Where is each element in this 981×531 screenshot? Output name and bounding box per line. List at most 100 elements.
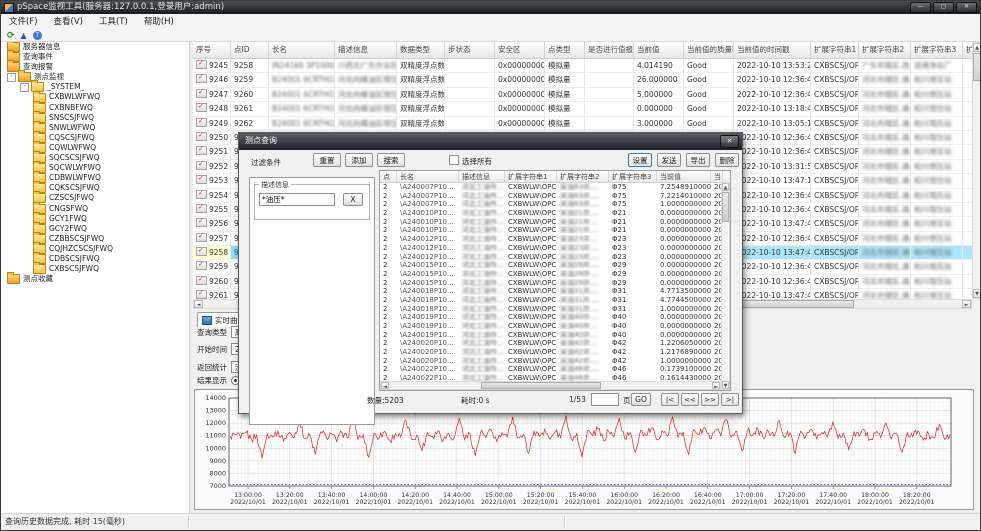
dialog-table-row[interactable]: 2\A240018P10...河北工油作...CXBWLW\OPC采油31井..… xyxy=(380,296,730,305)
send-button[interactable]: 发送 xyxy=(657,153,681,167)
tree-item-CQJHZCSCSJFWQ[interactable]: CQJHZCSCSJFWQ xyxy=(1,244,189,254)
go-button[interactable]: GO xyxy=(631,393,651,406)
dialog-column-header-0[interactable]: 点 xyxy=(380,171,397,182)
export-button[interactable]: 导出 xyxy=(686,153,710,167)
scroll-down-icon[interactable]: ▼ xyxy=(973,289,981,298)
checkbox-icon[interactable] xyxy=(449,155,459,165)
filter-input[interactable] xyxy=(259,193,335,206)
scroll-right-icon[interactable]: ► xyxy=(962,300,971,308)
column-header-6[interactable]: 安全区 xyxy=(495,42,545,58)
dialog-title-bar[interactable]: 测点查询 ✕ xyxy=(239,133,742,150)
dialog-column-header-2[interactable]: 描述信息 xyxy=(459,171,505,182)
delete-button[interactable]: 删除 xyxy=(715,153,739,167)
dialog-hscrollbar[interactable]: ◄ ► xyxy=(380,381,721,390)
refresh-icon[interactable]: ⟳ xyxy=(7,31,15,41)
tree-item-服务器信息[interactable]: 服务器信息 xyxy=(1,42,189,52)
column-header-0[interactable]: 序号 xyxy=(193,42,231,58)
expander-icon[interactable]: - xyxy=(7,73,16,82)
next-page-button[interactable]: >> xyxy=(701,393,719,406)
column-header-5[interactable]: 步状态 xyxy=(445,42,495,58)
tree-item-查询报警[interactable]: 查询报警 xyxy=(1,62,189,72)
dialog-column-header-6[interactable]: 当前值 xyxy=(657,171,711,182)
dialog-table-row[interactable]: 2\A240012P10...河北工油作...CXBWLW\OPC采油23井..… xyxy=(380,253,730,262)
tree-item-CQWLWFWQ[interactable]: CQWLWFWQ xyxy=(1,143,189,153)
dialog-column-header-5[interactable]: 扩展字符串3 xyxy=(609,171,657,182)
dialog-table-row[interactable]: 2\A240007P10...河北工油作...CXBWLW\OPC采油63井..… xyxy=(380,192,730,201)
dialog-vscrollbar[interactable]: ▲ ▼ xyxy=(721,182,730,390)
table-row[interactable]: 92489261B24001 6CRTHO...河北向峰油区增压站压...双精度… xyxy=(193,102,973,116)
dialog-table-row[interactable]: 2\A240010P10...河北工油作...CXBWLW\OPC采油21井..… xyxy=(380,209,730,218)
column-header-2[interactable]: 长名 xyxy=(269,42,335,58)
tree-item-SNWLWFWQ[interactable]: SNWLWFWQ xyxy=(1,123,189,133)
table-row[interactable]: 92469259B24001 6CRTHO...河北向峰油区增压站压...双精度… xyxy=(193,73,973,87)
dialog-table-row[interactable]: 2\A240022P10...河北工油作...CXBWLW\OPC采油46井..… xyxy=(380,365,730,374)
column-header-9[interactable]: 当前值 xyxy=(634,42,684,58)
column-header-13[interactable]: 扩展字符串2 xyxy=(859,42,911,58)
dialog-table-row[interactable]: 2\A240015P10...河北工油作...CXBWLW\OPC采油29井..… xyxy=(380,261,730,270)
tree-item-CDBSCSJFWQ[interactable]: CDBSCSJFWQ xyxy=(1,254,189,264)
maximize-button[interactable]: ▢ xyxy=(933,2,954,13)
tree-item-测点监视[interactable]: -测点监视 xyxy=(1,72,189,82)
page-input[interactable] xyxy=(591,393,619,406)
dialog-table-row[interactable]: 2\A240018P10...河北工油作...CXBWLW\OPC采油31井..… xyxy=(380,305,730,314)
tree-item-SQCWLWFWQ[interactable]: SQCWLWFWQ xyxy=(1,163,189,173)
prev-page-button[interactable]: << xyxy=(681,393,699,406)
dialog-table-row[interactable]: 2\A240010P10...河北工油作...CXBWLW\OPC采油21井..… xyxy=(380,218,730,227)
tree-item-_SYSTEM_[interactable]: -_SYSTEM_ xyxy=(1,82,189,92)
tree-item-CDBWLWFWQ[interactable]: CDBWLWFWQ xyxy=(1,173,189,183)
tree-item-CZBBSCSJFWQ[interactable]: CZBBSCSJFWQ xyxy=(1,234,189,244)
tree-item-CZSCSJFWQ[interactable]: CZSCSJFWQ xyxy=(1,193,189,203)
tree-item-CXBNBFWQ[interactable]: CXBNBFWQ xyxy=(1,103,189,113)
table-vscrollbar[interactable]: ▲ ▼ xyxy=(972,42,981,299)
menu-item-2[interactable]: 工具(T) xyxy=(91,14,136,30)
column-header-8[interactable]: 是否进行值报警 xyxy=(585,42,634,58)
scroll-up-icon[interactable]: ▲ xyxy=(973,43,981,52)
expander-icon[interactable]: - xyxy=(20,83,29,92)
dialog-table-row[interactable]: 2\A240020P10...河北工油作...CXBWLW\OPC采油42井..… xyxy=(380,348,730,357)
dialog-table-row[interactable]: 2\A240007P10...河北工油作...CXBWLW\OPC采油63井..… xyxy=(380,200,730,209)
select-all-checkbox[interactable]: 选择所有 xyxy=(449,155,492,167)
dialog-table-row[interactable]: 2\A240012P10...河北工油作...CXBWLW\OPC采油23井..… xyxy=(380,244,730,253)
dialog-column-header-3[interactable]: 扩展字符串1 xyxy=(505,171,557,182)
column-header-7[interactable]: 点类型 xyxy=(545,42,585,58)
tree-item-查询事件[interactable]: 查询事件 xyxy=(1,52,189,62)
tree-item-测点收藏[interactable]: 测点收藏 xyxy=(1,274,189,284)
dialog-column-header-7[interactable]: 当 xyxy=(711,171,723,182)
tree-item-SNSCSJFWQ[interactable]: SNSCSJFWQ xyxy=(1,113,189,123)
settings-button[interactable]: 设置 xyxy=(628,153,652,167)
tree-item-CQKSCSJFWQ[interactable]: CQKSCSJFWQ xyxy=(1,183,189,193)
dialog-table-row[interactable]: 2\A240012P10...河北工油作...CXBWLW\OPC采油23井..… xyxy=(380,235,730,244)
dialog-table-row[interactable]: 2\A240019P10...河北工油作...CXBWLW\OPC采油40井..… xyxy=(380,322,730,331)
dialog-column-header-1[interactable]: 长名 xyxy=(397,171,459,182)
tree-item-CNGSFWQ[interactable]: CNGSFWQ xyxy=(1,204,189,214)
dialog-table-row[interactable]: 2\A240020P10...河北工油作...CXBWLW\OPC采油42井..… xyxy=(380,339,730,348)
column-header-3[interactable]: 描述信息 xyxy=(335,42,397,58)
tree-item-CXBSCSJFWQ[interactable]: CXBSCSJFWQ xyxy=(1,264,189,274)
column-header-14[interactable]: 扩展字符串3 xyxy=(911,42,963,58)
menu-item-0[interactable]: 文件(F) xyxy=(1,14,46,30)
close-button[interactable]: ✕ xyxy=(956,2,977,13)
dialog-column-header-4[interactable]: 扩展字符串2 xyxy=(557,171,609,182)
search-button[interactable]: 搜索 xyxy=(377,153,405,167)
dialog-table-row[interactable]: 2\A240015P10...河北工油作...CXBWLW\OPC采油29井..… xyxy=(380,279,730,288)
last-page-button[interactable]: >| xyxy=(721,393,739,406)
column-header-11[interactable]: 当前值的时间戳 xyxy=(734,42,811,58)
menu-item-3[interactable]: 帮助(H) xyxy=(136,14,182,30)
tree-item-GCY1FWQ[interactable]: GCY1FWQ xyxy=(1,214,189,224)
dialog-table-row[interactable]: 2\A240020P10...河北工油作...CXBWLW\OPC采油42井..… xyxy=(380,357,730,366)
chart-icon[interactable]: ▲ xyxy=(21,31,27,41)
dialog-table-row[interactable]: 2\A240019P10...河北工油作...CXBWLW\OPC采油40井..… xyxy=(380,313,730,322)
tree-item-GCY2FWQ[interactable]: GCY2FWQ xyxy=(1,224,189,234)
first-page-button[interactable]: |< xyxy=(661,393,679,406)
help-icon[interactable]: ? xyxy=(33,31,42,40)
dialog-table-row[interactable]: 2\A240015P10...河北工油作...CXBWLW\OPC采油29井..… xyxy=(380,270,730,279)
dialog-table-row[interactable]: 2\A240018P10...河北工油作...CXBWLW\OPC采油31井..… xyxy=(380,287,730,296)
filter-clear-button[interactable]: X xyxy=(343,193,363,206)
dialog-table-row[interactable]: 2\A240007P10...河北工油作...CXBWLW\OPC采油63井..… xyxy=(380,183,730,192)
add-button[interactable]: 添加 xyxy=(345,153,373,167)
tree-item-SQCSCSJFWQ[interactable]: SQCSCSJFWQ xyxy=(1,153,189,163)
column-header-1[interactable]: 点ID xyxy=(231,42,269,58)
dialog-table-row[interactable]: 2\A240010P10...河北工油作...CXBWLW\OPC采油21井..… xyxy=(380,226,730,235)
column-header-4[interactable]: 数据类型 xyxy=(397,42,445,58)
tree-item-CQSCSJFWQ[interactable]: CQSCSJFWQ xyxy=(1,133,189,143)
